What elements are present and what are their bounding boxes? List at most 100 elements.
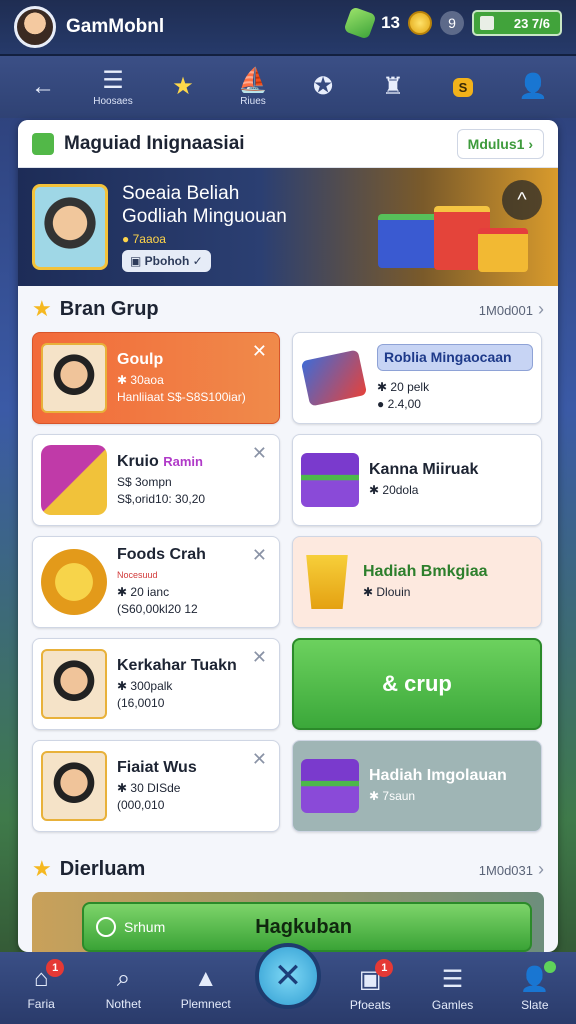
card-line-value: Dlouin (376, 585, 411, 599)
reward-card[interactable]: Goulp ✱ 30aoa Hanliiaat S$-S8S100iar) ✕ (32, 332, 280, 424)
card-line: ✱ 30aoa (117, 372, 164, 387)
player-avatar (41, 343, 107, 413)
featured-banner[interactable]: Soeaia Beliah Godliah Minguouan ● 7aaoa … (18, 168, 558, 286)
panel-link-label: Mdulus1 (467, 135, 525, 152)
games-icon: ☰ (441, 965, 464, 993)
cube-icon: S (452, 77, 474, 97)
settings-icon[interactable]: 9 (440, 11, 464, 35)
group-button-label: & crup (382, 671, 452, 696)
tab-search[interactable]: ⌕ Nothet (88, 965, 158, 1011)
banner-coins-value: 7aaoa (132, 232, 166, 246)
tab-label: Slate (521, 997, 549, 1012)
card-title: Kanna Miiruak (369, 461, 479, 478)
gift-box-icon (478, 228, 528, 272)
reward-card[interactable]: Kanna Miiruak ✱ 20dola (292, 434, 542, 526)
panel-link-button[interactable]: Mdulus1 › (456, 128, 544, 159)
card-title: Kerkahar Tuakn (117, 656, 237, 674)
reward-card[interactable]: Foods Crah Nocesuud ✱ 20 ianc (S60,00kl2… (32, 536, 280, 628)
status-bar: GamMobnl 13 9 23 7/6 (0, 0, 576, 56)
avatar[interactable] (14, 6, 56, 48)
card-line: (000,010 (117, 797, 165, 812)
card-line-value: 20 ianc (130, 585, 170, 599)
card-line-value: 30aoa (130, 372, 164, 387)
card-line: ✱ 30 DISde (117, 780, 181, 795)
card-line: S$ 3ompn (117, 474, 172, 489)
card-line-value: 20dola (382, 483, 419, 497)
card-line: (S60,00kl20 12 (117, 602, 198, 616)
card-line: ✱ Dlouin (363, 585, 411, 599)
close-icon[interactable]: ✕ (252, 647, 267, 668)
search-icon: ⌕ (116, 965, 131, 992)
energy-bar[interactable]: 23 7/6 (472, 10, 562, 36)
nav-cube[interactable]: S (435, 61, 491, 113)
nav-profile[interactable]: 👤 (505, 61, 561, 113)
tab-label: Nothet (105, 997, 142, 1011)
card-body: Goulp ✱ 30aoa Hanliiaat S$-S8S100iar) (117, 351, 271, 406)
top-nav: ← ☰ Hoosaes ★ ⛵ Riues ✪ ♜ S 👤 (0, 56, 576, 118)
card-line: ✱ 20 pelk (377, 379, 430, 394)
tab-label: Pfoeats (349, 997, 391, 1012)
player-avatar (41, 649, 107, 719)
reward-card[interactable]: Roblia Mingaocaan ✱ 20 pelk ● 2.4,00 (292, 332, 542, 424)
tab-battle[interactable]: ✕ (253, 943, 323, 1009)
card-line: ✱ 20dola (369, 483, 419, 497)
promo-button[interactable]: Srhum Hagkuban (82, 902, 532, 952)
tab-label: Faria (27, 997, 55, 1011)
check-icon (32, 132, 54, 155)
card-body: Kruio Ramin S$ 3ompn S$,orid10: 30,20 (117, 453, 271, 508)
trophy-icon: ♜ (382, 73, 404, 100)
card-title: Goulp (117, 350, 164, 368)
close-icon[interactable]: ✕ (252, 749, 267, 770)
banner-text: Soeaia Beliah Godliah Minguouan ● 7aaoa … (122, 182, 287, 272)
tab-messages[interactable]: ▣ 1 Pfoeats (335, 958, 405, 1012)
card-line-value: 2.4,00 (387, 396, 421, 411)
panel-header: Maguiad Inignaasiai Mdulus1 › (18, 120, 558, 168)
reward-card[interactable]: Fiaiat Wus ✱ 30 DISde (000,010 ✕ (32, 740, 280, 832)
ship-icon: ⛵ (238, 66, 268, 94)
back-button[interactable]: ← (15, 61, 71, 113)
section-more-link[interactable]: 1M0d001 (479, 299, 544, 320)
card-line: Hanliiaat S$-S8S100iar) (117, 389, 246, 404)
nav-trophy[interactable]: ♜ (365, 61, 421, 113)
list-icon: ☰ (102, 66, 124, 94)
section-title: Dierluam (59, 857, 146, 880)
nav-hoosaes[interactable]: ☰ Hoosaes (85, 61, 141, 113)
card-line: (16,0010 (117, 695, 165, 710)
section-header-grup: ★ Bran Grup 1M0d001 (18, 286, 558, 332)
nav-favorites[interactable]: ★ (155, 61, 211, 113)
card-line: S$,orid10: 30,20 (117, 491, 206, 506)
reward-card[interactable]: Hadiah Imgolauan ✱ 7saun (292, 740, 542, 832)
card-line: ✱ 300palk (117, 678, 173, 693)
ticket-icon (300, 349, 368, 407)
close-icon[interactable]: ✕ (252, 341, 267, 362)
nav-riues[interactable]: ⛵ Riues (225, 61, 281, 113)
collapse-button[interactable]: ^ (502, 180, 542, 220)
reward-card[interactable]: Kerkahar Tuakn ✱ 300palk (16,0010 ✕ (32, 638, 280, 730)
reward-grid: Goulp ✱ 30aoa Hanliiaat S$-S8S100iar) ✕ … (18, 332, 558, 832)
currency-area: 13 9 23 7/6 (343, 6, 562, 40)
section-more-link[interactable]: 1M0d031 (479, 859, 544, 880)
shop-icon: ▲ (193, 965, 218, 992)
tab-home[interactable]: ⌂ 1 Faria (6, 959, 76, 1011)
group-button[interactable]: & crup (292, 638, 542, 730)
tab-shop[interactable]: ▲ Plemnect (171, 965, 241, 1011)
tab-games[interactable]: ☰ Gamles (418, 965, 488, 1012)
bin-icon (306, 555, 348, 609)
reward-card[interactable]: Hadiah Bmkgiaa ✱ Dlouin (292, 536, 542, 628)
banner-button[interactable]: ▣ Pbohoh ✓ (122, 250, 211, 272)
panel-title: Maguiad Inignaasiai (64, 132, 245, 154)
tab-profile[interactable]: 👤 Slate (500, 960, 570, 1012)
close-icon[interactable]: ✕ (252, 545, 267, 566)
badge-icon: ✪ (312, 73, 334, 100)
nav-badge[interactable]: ✪ (295, 61, 351, 113)
card-body: Kerkahar Tuakn ✱ 300palk (16,0010 (117, 657, 271, 712)
card-body: Hadiah Imgolauan ✱ 7saun (369, 767, 533, 805)
star-icon: ★ (32, 296, 52, 321)
banner-title-2: Godliah Minguouan (122, 206, 287, 227)
reward-card[interactable]: Kruio Ramin S$ 3ompn S$,orid10: 30,20 ✕ (32, 434, 280, 526)
close-icon[interactable]: ✕ (252, 443, 267, 464)
notification-badge: 1 (46, 959, 65, 977)
card-line-value: 20 pelk (390, 379, 430, 394)
banner-button-label: Pbohoh (144, 254, 190, 268)
card-line: ✱ 7saun (369, 789, 416, 803)
